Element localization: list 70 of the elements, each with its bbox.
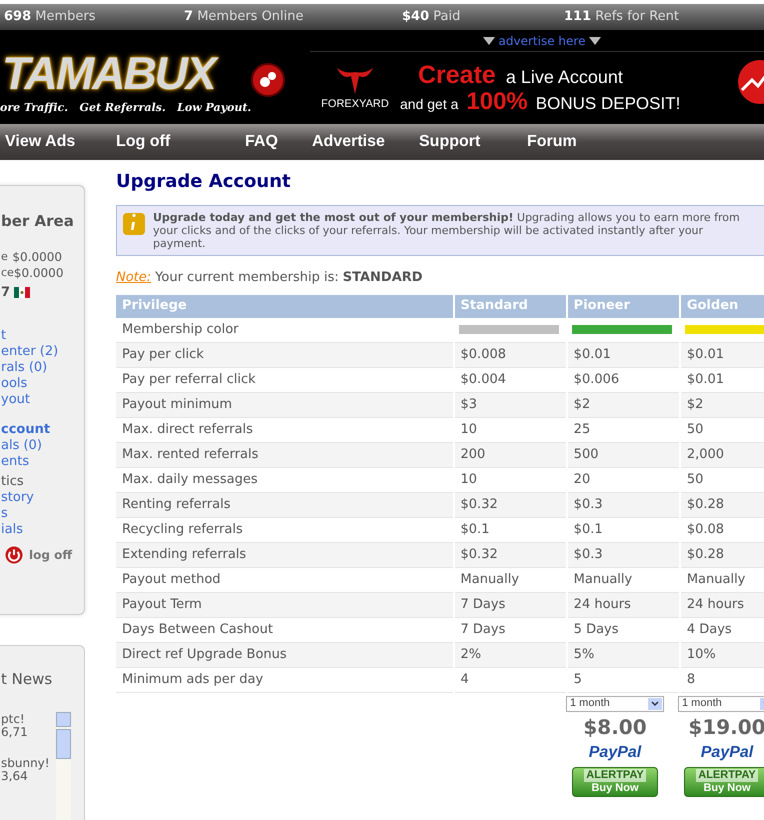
balance-label: ce [1, 264, 14, 280]
price-text: $8.00 [583, 714, 647, 738]
sidebar-link[interactable]: story [1, 490, 58, 506]
sidebar-text: tics [1, 474, 25, 490]
paypal-logo[interactable]: PayPal [700, 742, 754, 762]
period-select[interactable]: 1 month [566, 696, 664, 712]
ad-highlight: 100% [466, 89, 528, 115]
nav-link[interactable]: Log off [116, 130, 245, 154]
sidebar-link[interactable]: s [1, 506, 58, 522]
sidebar-link[interactable]: t [1, 328, 58, 344]
period-select[interactable]: 1 month [678, 696, 764, 712]
stat-text: $40 Paid [402, 8, 462, 26]
nav-link[interactable]: FAQ [245, 130, 312, 154]
buy-now-button[interactable]: ALERTPAY Buy Now [684, 766, 764, 796]
sidebar-link[interactable]: rals (0) [1, 360, 58, 376]
caret-icon [589, 36, 602, 44]
note-text: Your current membership is: [155, 269, 339, 287]
balance-value: $0.0000 [14, 264, 64, 280]
flag-icon [14, 286, 30, 298]
column-header: Privilege [116, 294, 453, 318]
panel-title: ber Area [1, 211, 74, 232]
dropdown-icon [648, 698, 662, 710]
power-icon [5, 546, 23, 564]
news-text: ptc! [1, 712, 26, 726]
sidebar-link[interactable]: ccount [1, 422, 58, 438]
note-label: Note: [116, 269, 152, 287]
scrollbar[interactable] [56, 712, 71, 820]
brand-text: FOREXYARD [321, 96, 389, 112]
country-text: 7 [1, 284, 10, 302]
site-logo: TAMABUX [2, 48, 215, 98]
sidebar-link[interactable]: yout [1, 392, 58, 408]
advertise-link[interactable]: advertise here [498, 32, 586, 50]
stat-text: 698 Members [4, 8, 97, 26]
ad-text: a Live Account [506, 66, 623, 89]
nav-link[interactable]: Support [419, 130, 527, 154]
balance-value: $0.0000 [12, 248, 62, 264]
news-text: sbunny! [1, 756, 51, 770]
sidebar-link[interactable]: enter (2) [1, 344, 58, 360]
table-cell: Minimum ads per day [116, 668, 453, 692]
sidebar-link[interactable]: ools [1, 376, 58, 392]
sidebar-link[interactable]: ials [1, 522, 58, 538]
caret-icon [482, 36, 495, 44]
paypal-logo[interactable]: PayPal [588, 742, 642, 762]
nav-link[interactable]: View Ads [5, 130, 116, 154]
ad-headline: Create [418, 61, 496, 89]
nav-link[interactable]: Advertise [312, 130, 419, 154]
stat-text: 7 Members Online [184, 8, 304, 26]
table-cell: 8 [680, 668, 764, 692]
column-header: Golden [680, 294, 764, 318]
tagline-text: ore Traffic. Get Referrals. Low Payout. [0, 100, 252, 116]
logoff-link[interactable]: log off [29, 546, 72, 564]
table-cell: 5 [568, 668, 679, 692]
stat-text: 111 Refs for Rent [564, 8, 680, 26]
page-title: Upgrade Account [116, 170, 292, 194]
news-text: 3,64 [1, 770, 28, 782]
panel-title: t News [1, 669, 54, 690]
balance-label: e [1, 248, 8, 264]
sidebar-link[interactable]: ents [1, 454, 58, 470]
info-text: Upgrade today and get the most out of your membership! Upgrading allows you to earn more from your clicks and of the clicks of your referrals. Your membership will be activated instantly after your payment. [153, 211, 741, 250]
ad-text: BONUS DEPOSIT! [536, 93, 680, 115]
nav-link[interactable]: Forum [527, 130, 607, 154]
column-header: Pioneer [568, 294, 679, 318]
info-icon [123, 213, 145, 235]
membership-value: STANDARD [342, 269, 423, 287]
ad-text: and get a [400, 95, 458, 114]
table-cell: 4 [454, 668, 566, 692]
sidebar-link[interactable]: als (0) [1, 438, 58, 454]
news-text: 6,71 [1, 726, 29, 738]
column-header: Standard [454, 294, 566, 318]
buy-now-button[interactable]: ALERTPAY Buy Now [572, 766, 658, 796]
